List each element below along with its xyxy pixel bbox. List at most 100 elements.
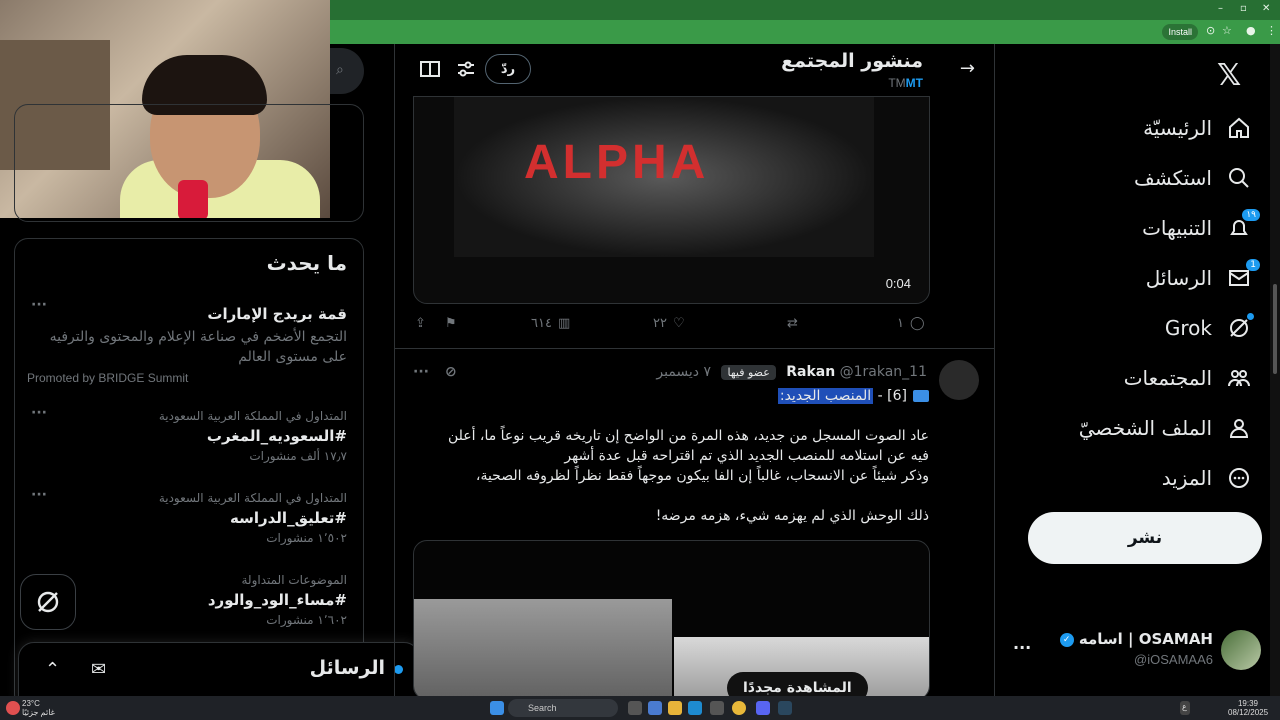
post-line: فيه عن استلامه للمنصب الجديد الذي تم اقت… — [564, 448, 929, 464]
chrome-icon[interactable] — [732, 701, 746, 715]
trend-context: المتداول في المملكة العربية السعودية — [158, 409, 347, 423]
language-indicator[interactable]: ع — [1182, 702, 1187, 711]
share-icon: ⇪ — [415, 316, 426, 331]
weather-icon[interactable] — [6, 701, 20, 715]
reply-count: ١ — [897, 316, 904, 331]
clock-date: 08/12/2025 — [1228, 708, 1269, 717]
widgets-icon[interactable] — [648, 701, 662, 715]
views-action[interactable]: ٦١٤ ▥ — [531, 316, 570, 331]
page-scrollbar[interactable] — [1270, 44, 1280, 696]
messages-drawer[interactable]: الرسائل ✉ ⌃ — [18, 642, 420, 702]
nav-item-more[interactable]: المزيد — [1162, 460, 1252, 496]
community-tag[interactable]: TMMT — [884, 76, 923, 90]
retweet-action[interactable]: ⇄ — [787, 316, 798, 331]
back-arrow-icon[interactable]: → — [960, 58, 975, 79]
task-view-icon[interactable] — [628, 701, 642, 715]
post-button[interactable]: نشر — [1028, 512, 1262, 564]
filter-icon[interactable] — [455, 58, 477, 80]
nav-label: الرئيسيّة — [1143, 116, 1212, 140]
app-icon[interactable] — [710, 701, 724, 715]
clock-time: 19:39 — [1237, 699, 1258, 708]
media-image-left[interactable] — [414, 599, 672, 696]
install-app-button[interactable]: Install — [1162, 24, 1198, 40]
bookmark-action[interactable]: ⚑ — [445, 316, 457, 331]
author-handle[interactable]: @1rakan_11 — [840, 364, 927, 380]
grok-explain-icon[interactable]: ⊘ — [445, 364, 457, 380]
nav-label: استكشف — [1134, 166, 1212, 190]
post-body: عاد الصوت المسجل من جديد، هذه المرة من ا… — [409, 426, 929, 526]
account-name-row: ✓ اسامه | OSAMAH — [1059, 630, 1213, 648]
browser-menu-icon[interactable]: ⋮ — [1266, 24, 1277, 37]
expand-drawer-icon[interactable]: ⌃ — [45, 659, 60, 680]
new-message-icon[interactable]: ✉ — [91, 659, 106, 680]
weather-widget[interactable]: 23°C غائم جزئيًا — [22, 699, 55, 717]
trend-item[interactable]: قمة بريدج الإمارات التجمع الأضخم في صناع… — [27, 301, 347, 385]
scrollbar-thumb[interactable] — [1273, 284, 1277, 374]
x-logo-icon[interactable]: 𝕏 — [1217, 58, 1241, 93]
taskbar-clock[interactable]: 19:39 08/12/2025 — [1228, 699, 1269, 717]
nav-label: المجتمعات — [1123, 366, 1212, 390]
trend-more-icon[interactable]: ··· — [31, 405, 47, 421]
nav-item-grok[interactable]: Grok — [1165, 310, 1254, 346]
share-action[interactable]: ⇪ — [415, 316, 426, 331]
community-tag-prefix: TM — [888, 76, 906, 90]
like-count: ٢٢ — [653, 316, 667, 331]
nav-item-explore[interactable]: استكشف — [1134, 160, 1252, 196]
nav-item-communities[interactable]: المجتمعات — [1124, 360, 1252, 396]
video-duration: 0:04 — [885, 276, 911, 291]
search-icon — [1226, 165, 1252, 191]
sidebar-card — [14, 104, 364, 222]
comment-icon: ◯ — [909, 316, 925, 331]
trend-post-count: ١٧٫٧ ألف منشورات — [249, 449, 347, 463]
close-window-icon[interactable]: ✕ — [1262, 3, 1270, 14]
trend-more-icon[interactable]: ··· — [31, 297, 47, 313]
chart-icon: ▥ — [557, 316, 571, 331]
trend-item[interactable]: المتداول في المملكة العربية السعودية #ال… — [27, 409, 347, 463]
taskbar-search[interactable]: Search — [508, 699, 618, 717]
nav-item-home[interactable]: الرئيسيّة — [1143, 110, 1252, 146]
cast-icon[interactable]: ⊙ — [1206, 24, 1215, 37]
mail-icon: 1 — [1226, 259, 1260, 291]
nav-item-messages[interactable]: 1 الرسائل — [1146, 259, 1260, 296]
account-switcher[interactable]: ✓ اسامه | OSAMAH @iOSAMAA6 ··· — [1009, 628, 1267, 672]
nav-label: المزيد — [1161, 466, 1212, 490]
discord-icon[interactable] — [756, 701, 770, 715]
author-avatar[interactable] — [939, 360, 979, 400]
file-explorer-icon[interactable] — [668, 701, 682, 715]
messages-drawer-title: الرسائل — [309, 657, 385, 679]
nav-label: التنبيهات — [1142, 216, 1212, 240]
right-sidebar-column: ⌕ ما يحدث قمة بريدج الإمارات التجمع الأض… — [0, 44, 420, 708]
minimize-icon[interactable]: – — [1218, 3, 1223, 14]
author-name[interactable]: Rakan — [786, 364, 835, 380]
video-player[interactable]: ALPHA 0:04 — [413, 96, 930, 304]
trend-more-icon[interactable]: ··· — [31, 487, 47, 503]
grok-float-button[interactable] — [20, 574, 76, 630]
steam-icon[interactable] — [778, 701, 792, 715]
reply-action[interactable]: ١ ◯ — [897, 316, 925, 331]
star-icon[interactable]: ☆ — [1222, 24, 1232, 37]
reader-icon[interactable] — [419, 58, 441, 80]
maximize-icon[interactable]: ▫ — [1240, 3, 1247, 14]
nav-item-notifications[interactable]: ١٩ التنبيهات — [1142, 209, 1260, 246]
reply-button[interactable]: ردّ — [485, 54, 531, 84]
like-action[interactable]: ٢٢ ♡ — [653, 316, 685, 331]
trend-title: #السعوديه_المغرب — [206, 427, 347, 445]
search-box[interactable]: ⌕ — [330, 48, 364, 94]
account-more-icon[interactable]: ··· — [1013, 638, 1031, 657]
retweet-icon: ⇄ — [787, 316, 798, 331]
windows-taskbar: 23°C غائم جزئيًا Search ع 19:39 08/12/20… — [0, 696, 1280, 720]
avatar — [1221, 630, 1261, 670]
post-date[interactable]: ٧ ديسمبر — [656, 364, 711, 380]
profile-chip-icon[interactable]: ● — [1246, 24, 1256, 37]
post-header: Rakan @1rakan_11 عضو فيها ٧ ديسمبر — [656, 364, 931, 380]
heart-icon: ♡ — [672, 316, 685, 331]
more-icon — [1226, 465, 1252, 491]
post-actions: ١ ◯ ⇄ ٢٢ ♡ ٦١٤ ▥ ⚑ ⇪ — [413, 316, 930, 338]
post-more-icon[interactable]: ··· — [413, 364, 429, 380]
edge-icon[interactable] — [688, 701, 702, 715]
windows-start-icon[interactable] — [490, 701, 504, 715]
trend-item[interactable]: المتداول في المملكة العربية السعودية #تع… — [27, 491, 347, 545]
rewatch-button[interactable]: المشاهدة مجددًا — [727, 672, 868, 696]
nav-item-profile[interactable]: الملف الشخصيّ — [1079, 410, 1252, 446]
post-tools: ··· ⊘ — [413, 364, 457, 380]
